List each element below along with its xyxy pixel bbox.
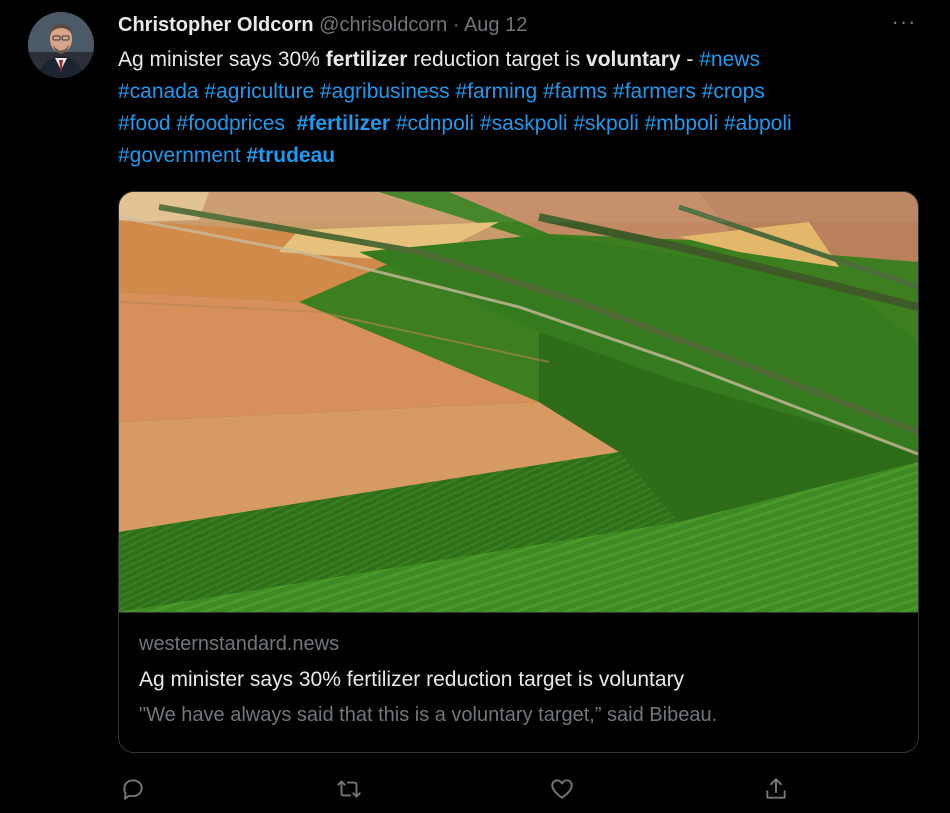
hashtag-link[interactable]: #farming (455, 80, 537, 103)
hashtag-link[interactable]: #news (699, 48, 760, 71)
card-domain: westernstandard.news (139, 633, 340, 655)
avatar[interactable] (28, 12, 94, 78)
hashtag-link[interactable]: #government (118, 144, 241, 167)
separator-dot: · (452, 14, 460, 36)
author-display-name[interactable]: Christopher Oldcorn (118, 14, 314, 36)
like-button[interactable] (545, 772, 579, 806)
hashtag-link[interactable]: #farms (543, 80, 607, 103)
tweet: Christopher Oldcorn @chrisoldcorn · Aug … (0, 0, 950, 813)
hashtag-link[interactable]: #agriculture (204, 80, 314, 103)
reply-button[interactable] (116, 772, 150, 806)
tweet-actions (0, 772, 950, 806)
hashtag-link[interactable]: #foodprices (176, 112, 285, 135)
link-preview-card[interactable]: westernstandard.news Ag minister says 30… (118, 191, 919, 753)
hashtag-link[interactable]: #crops (702, 80, 765, 103)
card-image-farmland[interactable] (119, 192, 918, 612)
tweet-text: Ag minister says 30% fertilizer reductio… (118, 44, 928, 172)
hashtag-link[interactable]: #agribusiness (320, 80, 450, 103)
hashtag-link-bold[interactable]: #fertilizer (297, 112, 390, 135)
hashtag-link[interactable]: #food (118, 112, 171, 135)
text-bold-voluntary: voluntary (586, 48, 681, 71)
retweet-icon (337, 780, 361, 798)
share-button[interactable] (759, 772, 793, 806)
hashtag-link[interactable]: #skpoli (573, 112, 638, 135)
hashtag-link[interactable]: #saskpoli (480, 112, 568, 135)
hashtag-link[interactable]: #cdnpoli (396, 112, 474, 135)
author-handle[interactable]: @chrisoldcorn (319, 14, 447, 36)
card-description: "We have always said that this is a volu… (139, 704, 718, 726)
tweet-header: Christopher Oldcorn @chrisoldcorn · Aug … (118, 11, 527, 39)
heart-icon (551, 779, 573, 799)
card-divider (119, 612, 918, 613)
text-part: reduction target is (407, 48, 587, 71)
text-bold-fertilizer: fertilizer (325, 48, 408, 71)
hashtag-link[interactable]: #abpoli (724, 112, 792, 135)
hashtag-link[interactable]: #farmers (613, 80, 696, 103)
hashtag-link[interactable]: #mbpoli (645, 112, 719, 135)
share-icon (766, 778, 786, 799)
text-part: - (680, 48, 700, 71)
retweet-button[interactable] (332, 772, 366, 806)
hashtag-link-bold[interactable]: #trudeau (246, 144, 335, 167)
reply-icon (123, 779, 143, 800)
hashtag-link[interactable]: #canada (118, 80, 199, 103)
text-part: Ag minister says 30% (118, 48, 326, 71)
more-options-button[interactable]: ··· (886, 11, 922, 36)
tweet-timestamp[interactable]: Aug 12 (464, 14, 527, 36)
card-title: Ag minister says 30% fertilizer reductio… (139, 668, 685, 691)
